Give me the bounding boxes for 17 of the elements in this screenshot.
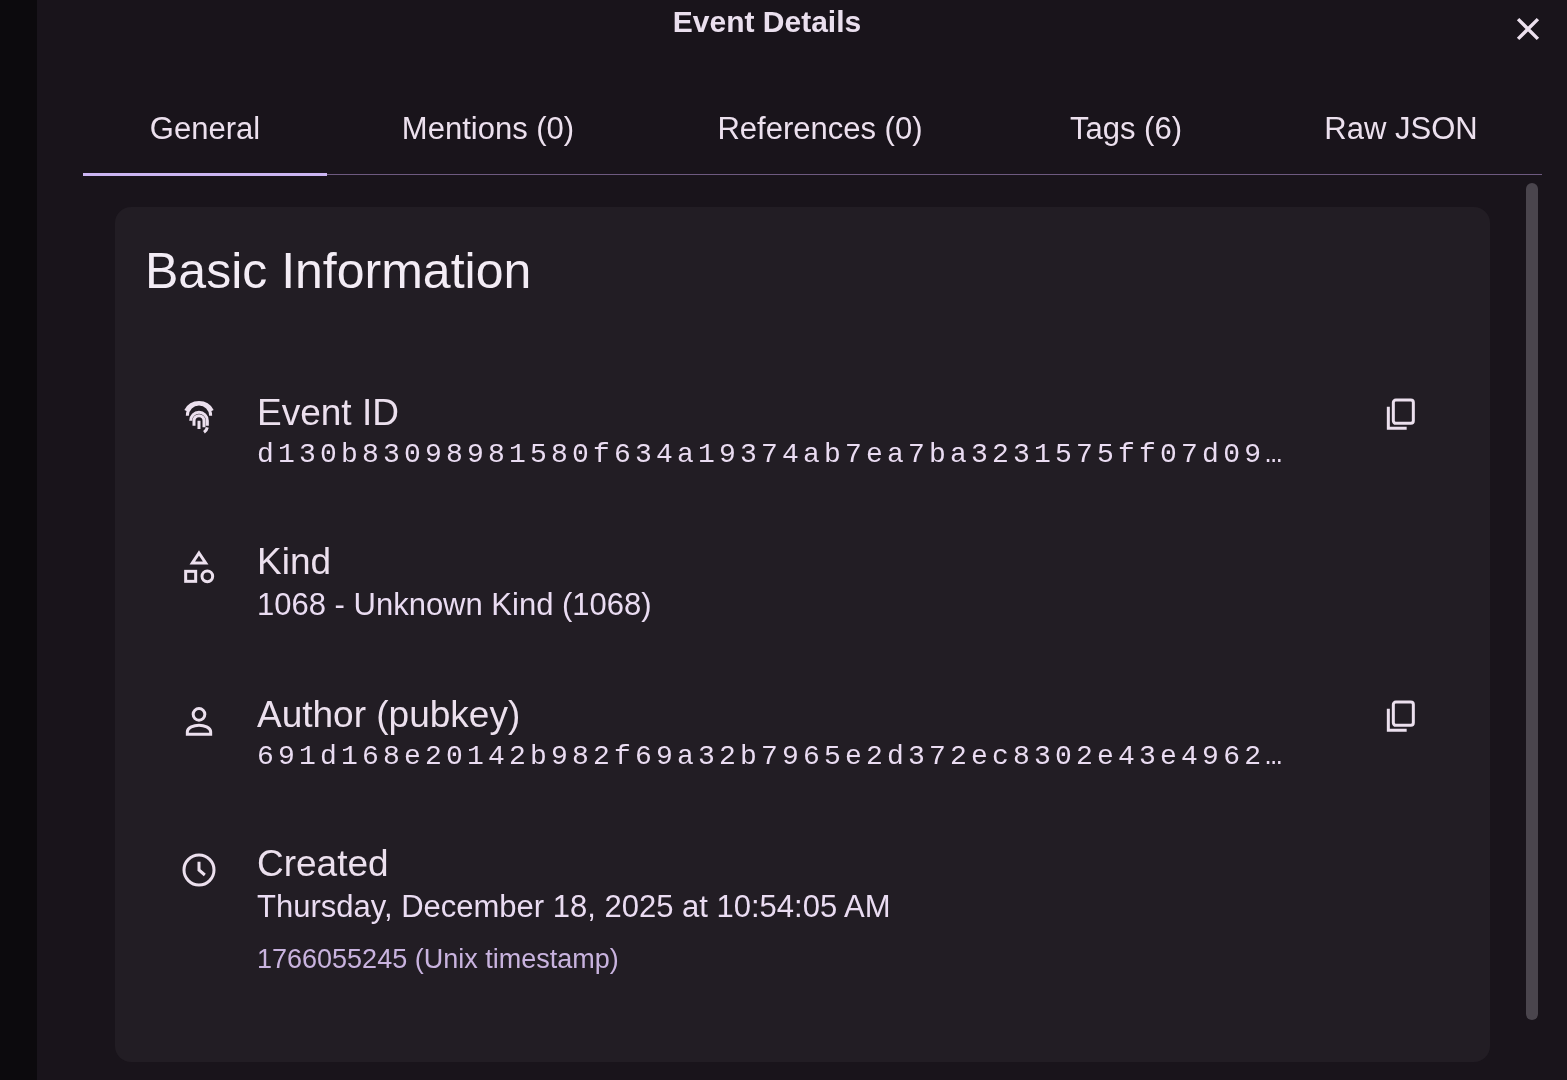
timestamp-note: 1766055245 (Unix timestamp) [257, 942, 620, 976]
field-label: Event ID [257, 393, 400, 434]
field-value: 1068 - Unknown Kind (1068) [257, 586, 652, 625]
dialog-title: Event Details [672, 4, 862, 40]
field-label: Kind [257, 541, 333, 583]
tab[interactable]: Mentions (0) [327, 94, 649, 176]
field-value: 691d168e20142b982f69a32b7965e2d372ec8302e43e4962… [257, 739, 1287, 774]
tab[interactable]: Raw JSON [1261, 94, 1541, 176]
scrollbar[interactable] [1526, 183, 1538, 1020]
field-label: Author (pubkey) [257, 694, 522, 736]
field-value: d130b83098981580f634a19374ab7ea7ba3231575ff07d09… [257, 437, 1287, 472]
card-title: Basic Information [145, 242, 533, 301]
field-value: Thursday, December 18, 2025 at 10:54:05 AM [257, 888, 891, 927]
tab[interactable]: References (0) [649, 94, 991, 176]
tab[interactable]: Tags (6) [991, 94, 1261, 176]
field-label: Created [257, 843, 390, 885]
tab[interactable]: General [83, 94, 327, 176]
